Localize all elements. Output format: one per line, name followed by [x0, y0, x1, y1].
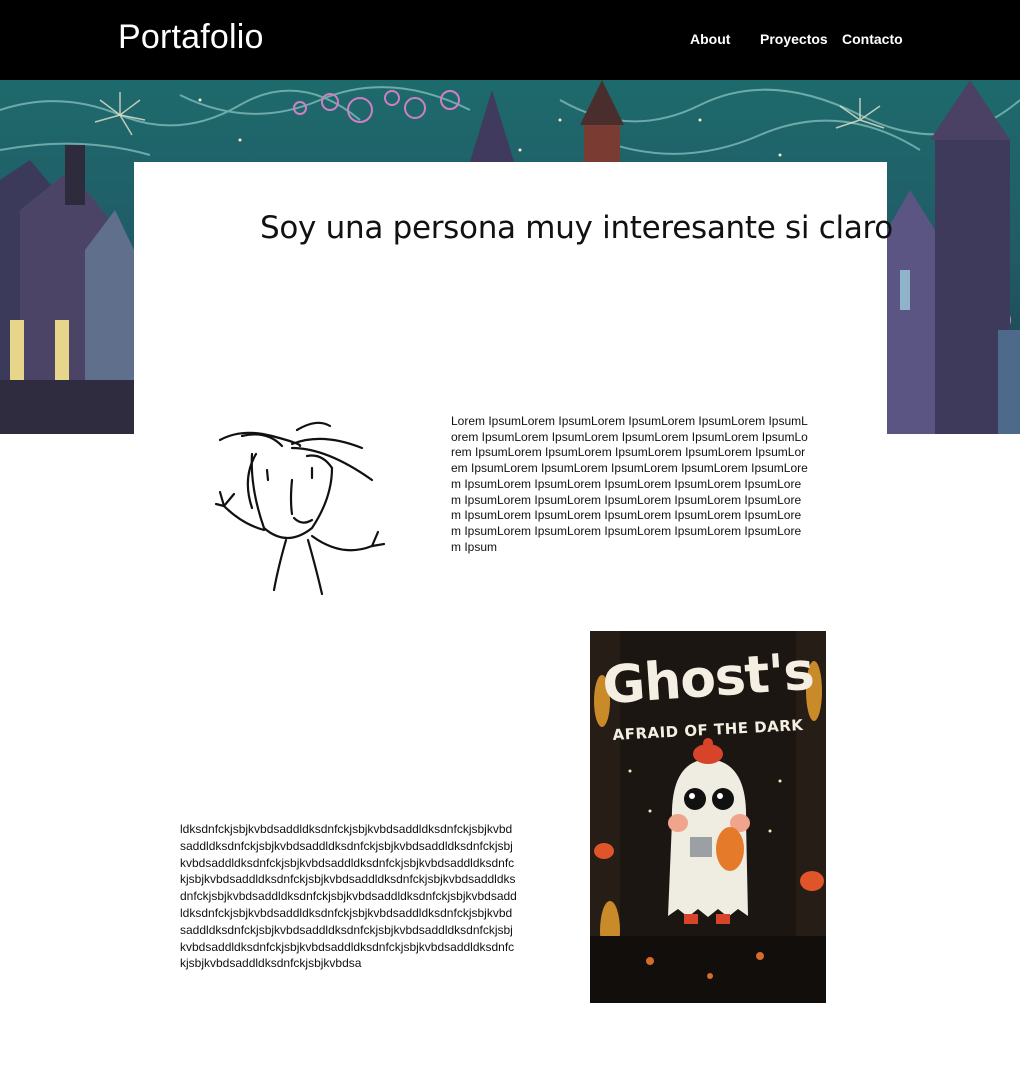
about-text: Lorem IpsumLorem IpsumLorem IpsumLorem I…	[451, 414, 808, 554]
site-logo[interactable]: Portafolio	[118, 18, 264, 57]
project-text: ldksdnfckjsbjkvbdsaddldksdnfckjsbjkvbdsa…	[180, 822, 517, 971]
nav-about[interactable]: About	[690, 31, 730, 47]
book-cover-image[interactable]: Ghost's AFRAID OF THE DARK	[590, 631, 826, 1003]
intro-card	[134, 162, 887, 434]
intro-headline: Soy una persona muy interesante si claro	[260, 210, 893, 246]
site-header: Portafolio About Proyectos Contacto	[0, 0, 1020, 80]
nav-proyectos[interactable]: Proyectos	[760, 31, 828, 47]
nav-contacto[interactable]: Contacto	[842, 31, 903, 47]
stick-figure-doodle-image	[212, 418, 392, 598]
